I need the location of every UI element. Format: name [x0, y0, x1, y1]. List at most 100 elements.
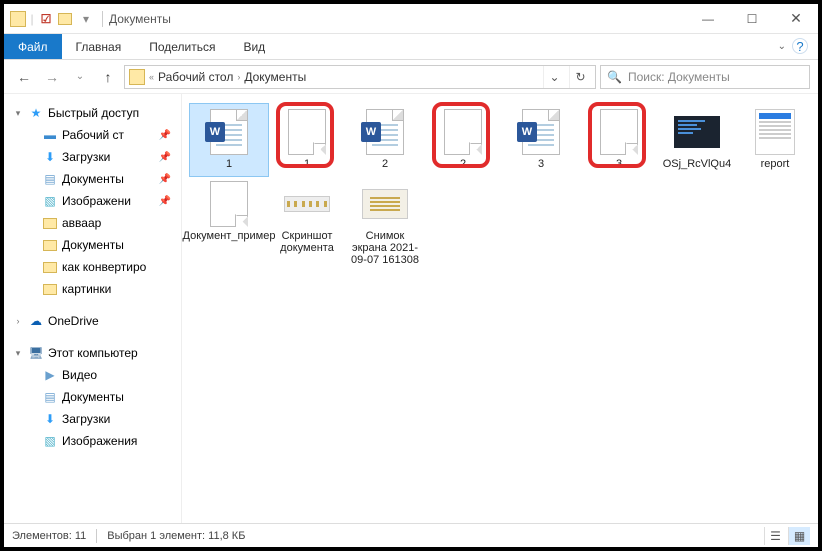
pictures-icon: ▧ [42, 193, 58, 209]
tab-view[interactable]: Вид [229, 34, 279, 59]
sidebar-item-label: Быстрый доступ [48, 106, 139, 120]
qat-properties-icon[interactable]: ☑ [37, 10, 55, 28]
file-name: 3 [616, 158, 622, 170]
folder-icon [42, 259, 58, 275]
computer-icon: 🖥 [28, 345, 44, 361]
file-thumbnail [283, 108, 331, 156]
file-item[interactable]: Снимок экрана 2021-09-07 161308 [346, 176, 424, 272]
qat-customize-icon[interactable]: ▾ [77, 10, 95, 28]
tab-home[interactable]: Главная [62, 34, 136, 59]
minimize-button[interactable]: — [686, 5, 730, 33]
file-item[interactable]: OSj_RcVlQu4 [658, 104, 736, 176]
sidebar-item-label: Этот компьютер [48, 346, 138, 360]
sidebar-item-onedrive[interactable]: › ☁ OneDrive [4, 310, 181, 332]
refresh-icon[interactable]: ↻ [569, 66, 591, 88]
file-thumbnail [673, 108, 721, 156]
pictures-icon: ▧ [42, 433, 58, 449]
documents-icon: ▤ [42, 389, 58, 405]
sidebar-item-this-pc[interactable]: ▾ 🖥 Этот компьютер [4, 342, 181, 364]
search-input[interactable]: 🔍 Поиск: Документы [600, 65, 810, 89]
twisty-icon[interactable]: ▾ [12, 108, 24, 119]
up-button[interactable]: ↑ [96, 65, 120, 89]
pin-icon: 📌 [159, 196, 171, 207]
window-frame: | ☑ ▾ Документы — ☐ ✕ Файл Главная Подел… [0, 0, 822, 551]
sidebar-item-label: OneDrive [48, 314, 99, 328]
sidebar-item-label: Документы [62, 172, 124, 186]
file-grid: W 1 1 W 2 2 W [190, 104, 814, 272]
sidebar-item-documents[interactable]: ▤Документы📌 [4, 168, 181, 190]
file-thumbnail [205, 180, 253, 228]
sidebar-item-downloads[interactable]: ⬇Загрузки📌 [4, 146, 181, 168]
window-title: Документы [109, 12, 171, 26]
help-icon[interactable]: ? [792, 38, 808, 54]
close-button[interactable]: ✕ [774, 5, 818, 33]
file-item[interactable]: W 1 [190, 104, 268, 176]
file-name: Снимок экрана 2021-09-07 161308 [348, 230, 422, 266]
file-item[interactable]: report [736, 104, 814, 176]
address-bar[interactable]: « Рабочий стол › Документы ⌄ ↻ [124, 65, 596, 89]
file-item[interactable]: Документ_пример [190, 176, 268, 272]
pin-icon: 📌 [159, 152, 171, 163]
sidebar-item-videos[interactable]: ▶ Видео [4, 364, 181, 386]
search-placeholder: Поиск: Документы [628, 70, 730, 84]
file-name: 1 [226, 158, 232, 170]
sidebar-item-label: как конвертиро [62, 260, 146, 274]
file-thumbnail [361, 180, 409, 228]
address-bar-row: ← → ⌄ ↑ « Рабочий стол › Документы ⌄ ↻ 🔍… [4, 60, 818, 94]
file-name: Скриншот документа [270, 230, 344, 254]
ribbon-expand-icon[interactable]: ⌄ [772, 34, 792, 59]
file-item[interactable]: 3 [580, 104, 658, 176]
divider [96, 529, 97, 543]
sidebar-item-label: Видео [62, 368, 97, 382]
downloads-icon: ⬇ [42, 149, 58, 165]
sidebar-item-quick-access[interactable]: ▾ ★ Быстрый доступ [4, 102, 181, 124]
sidebar-item-folder[interactable]: авваар [4, 212, 181, 234]
maximize-button[interactable]: ☐ [730, 5, 774, 33]
breadcrumb[interactable]: Документы [244, 70, 306, 84]
file-name: OSj_RcVlQu4 [663, 158, 731, 170]
downloads-icon: ⬇ [42, 411, 58, 427]
tab-share[interactable]: Поделиться [135, 34, 229, 59]
file-view[interactable]: W 1 1 W 2 2 W [182, 94, 818, 523]
file-tab[interactable]: Файл [4, 34, 62, 59]
nav-pane: ▾ ★ Быстрый доступ ▬Рабочий ст📌 ⬇Загрузк… [4, 94, 182, 523]
details-view-button[interactable]: ☰ [764, 527, 786, 545]
file-thumbnail [439, 108, 487, 156]
sidebar-item-desktop[interactable]: ▬Рабочий ст📌 [4, 124, 181, 146]
address-dropdown-icon[interactable]: ⌄ [543, 66, 565, 88]
icons-view-button[interactable]: ▦ [788, 527, 810, 545]
file-item[interactable]: 2 [424, 104, 502, 176]
chevron-right-icon[interactable]: › [237, 72, 240, 82]
folder-icon [42, 215, 58, 231]
breadcrumb[interactable]: Рабочий стол [158, 70, 233, 84]
sidebar-item-label: Изображени [62, 194, 131, 208]
twisty-icon[interactable]: ▾ [12, 348, 24, 359]
cloud-icon: ☁ [28, 313, 44, 329]
video-icon: ▶ [42, 367, 58, 383]
file-name: Документ_пример [183, 230, 276, 242]
search-icon: 🔍 [607, 70, 622, 84]
file-name: 2 [382, 158, 388, 170]
back-button[interactable]: ← [12, 65, 36, 89]
file-thumbnail: W [517, 108, 565, 156]
twisty-icon[interactable]: › [12, 316, 24, 326]
sidebar-item-folder[interactable]: Документы [4, 234, 181, 256]
file-name: report [761, 158, 790, 170]
file-item[interactable]: Скриншот документа [268, 176, 346, 272]
recent-locations-button[interactable]: ⌄ [68, 65, 92, 89]
sidebar-item-pictures[interactable]: ▧ Изображени 📌 [4, 190, 181, 212]
sidebar-item-folder[interactable]: как конвертиро [4, 256, 181, 278]
file-item[interactable]: 1 [268, 104, 346, 176]
file-item[interactable]: W 2 [346, 104, 424, 176]
sidebar-item-pictures[interactable]: ▧Изображения [4, 430, 181, 452]
qat-separator: | [29, 10, 35, 28]
pin-icon: 📌 [159, 130, 171, 141]
ribbon: Файл Главная Поделиться Вид ⌄ ? [4, 34, 818, 60]
sidebar-item-folder[interactable]: картинки [4, 278, 181, 300]
sidebar-item-downloads[interactable]: ⬇Загрузки [4, 408, 181, 430]
overflow-chevron-icon[interactable]: « [149, 72, 154, 82]
file-item[interactable]: W 3 [502, 104, 580, 176]
qat-newfolder-icon[interactable] [57, 10, 75, 28]
folder-icon [10, 11, 26, 27]
sidebar-item-documents[interactable]: ▤Документы [4, 386, 181, 408]
